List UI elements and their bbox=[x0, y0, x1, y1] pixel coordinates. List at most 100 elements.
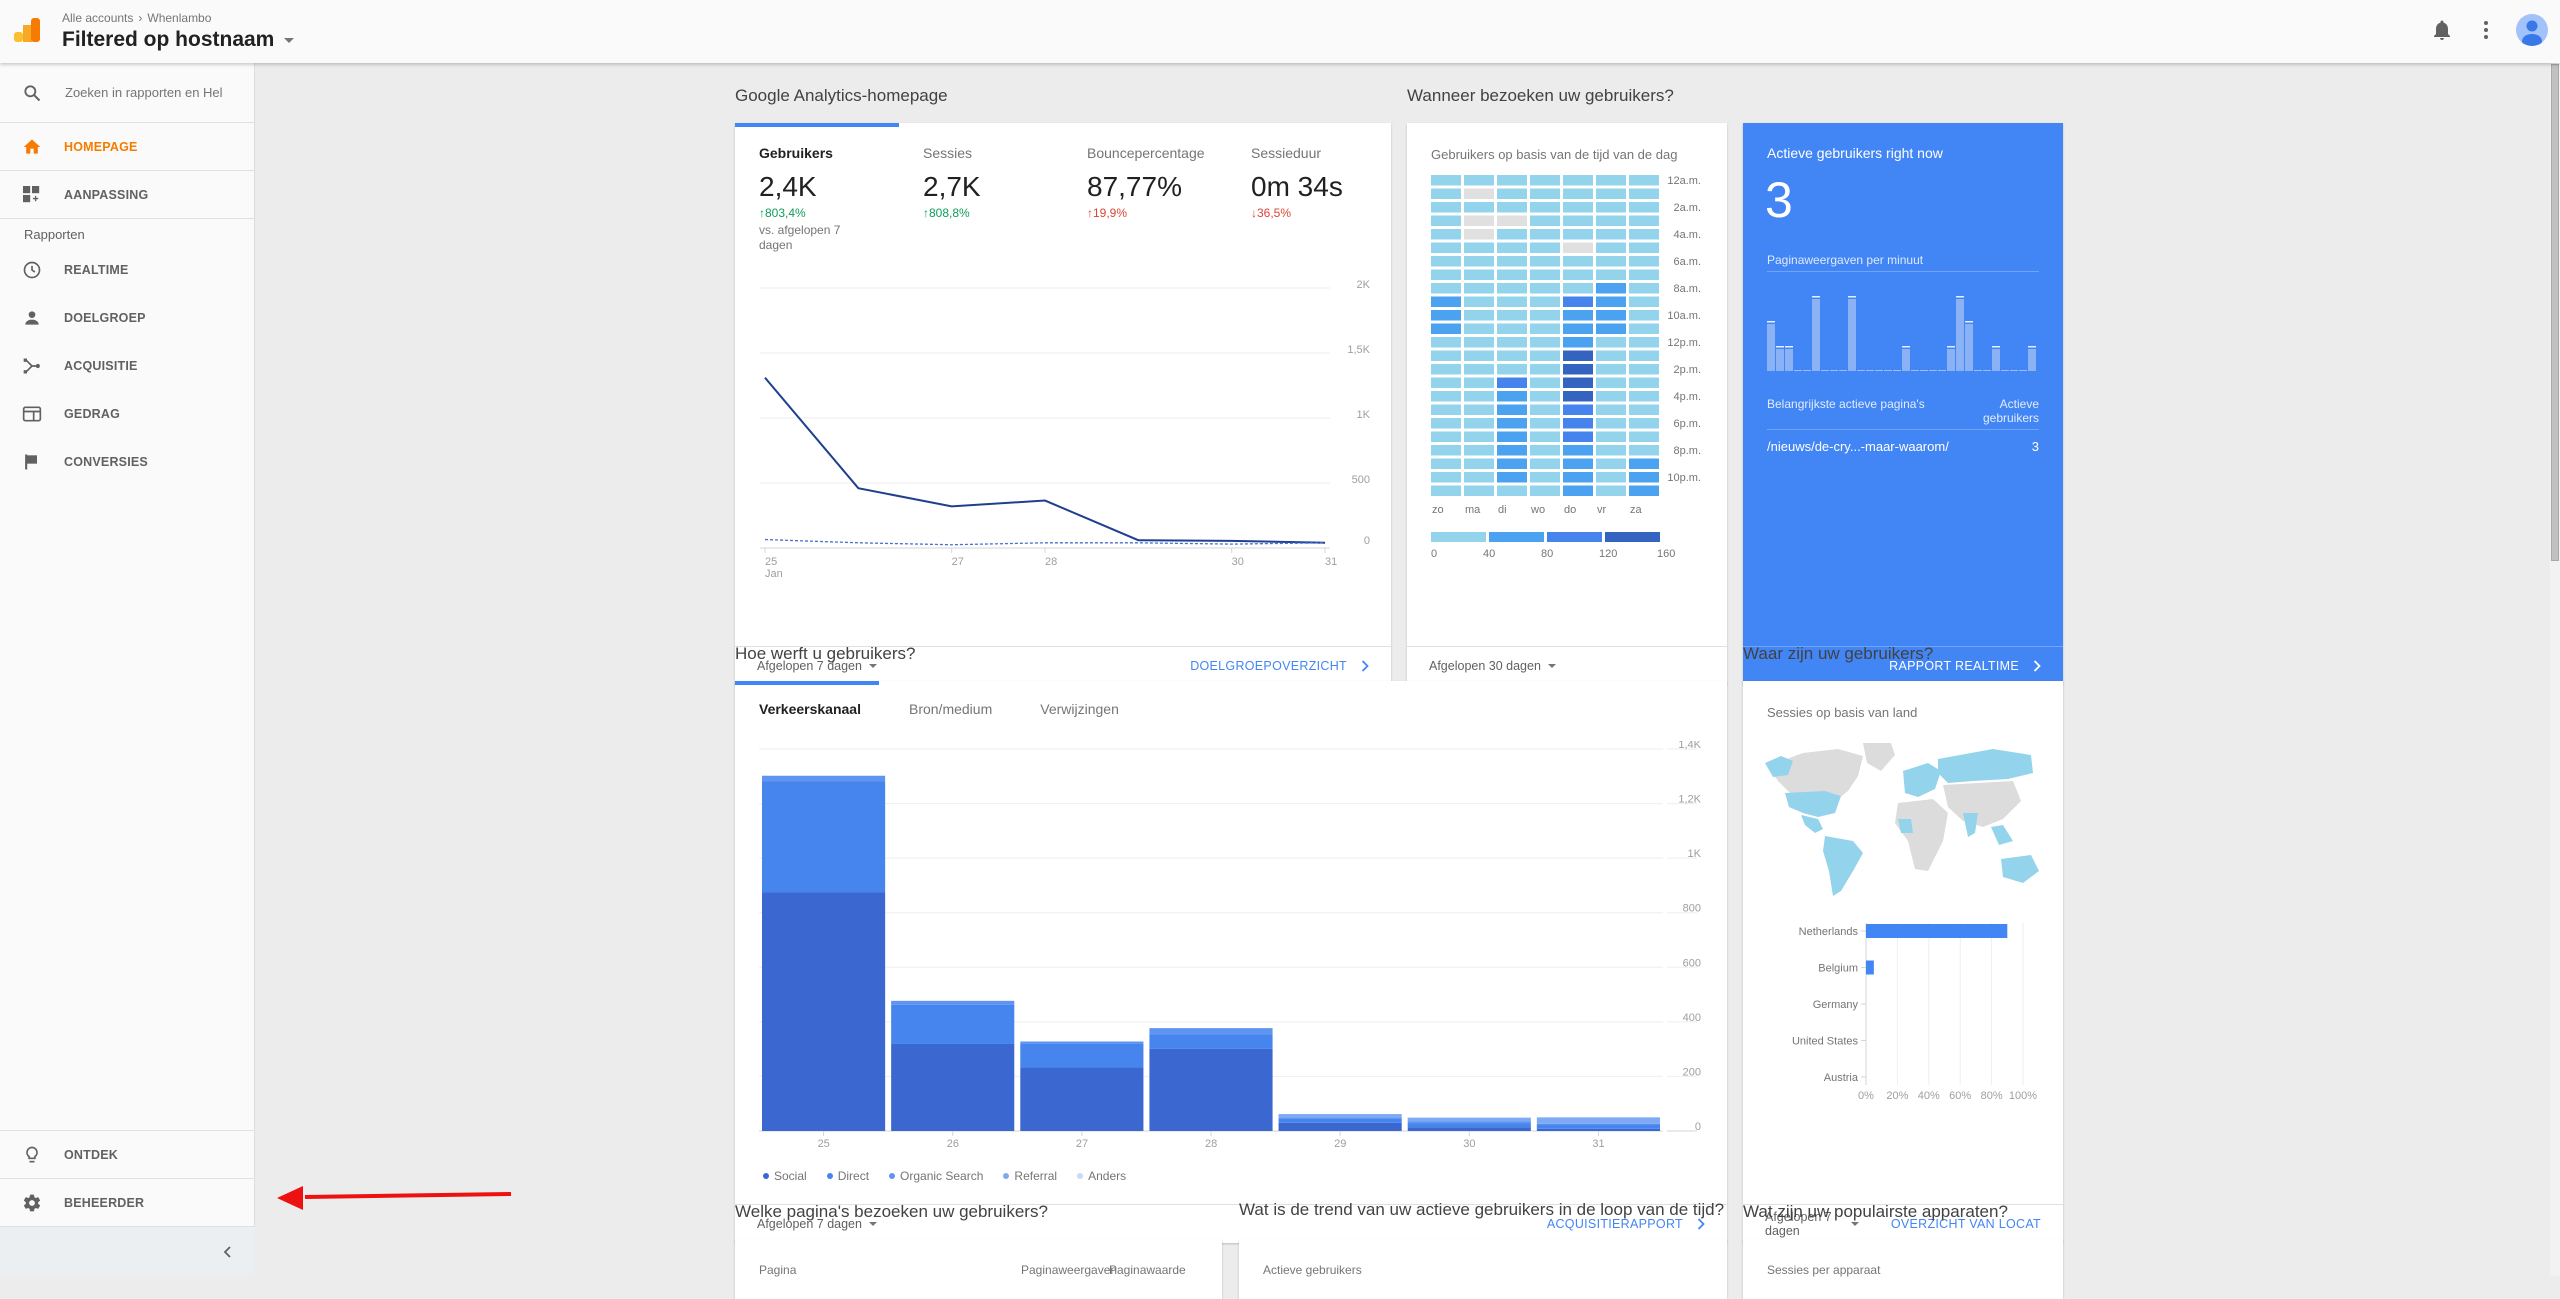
heatmap-cell bbox=[1563, 418, 1593, 429]
heatmap-cell bbox=[1563, 189, 1593, 200]
home-icon bbox=[22, 137, 42, 157]
heatmap-cell bbox=[1431, 270, 1461, 281]
time-of-day-heatmap: 12a.m.2a.m.4a.m.6a.m.8a.m.10a.m.12p.m.2p… bbox=[1407, 123, 1727, 643]
tab-verkeerskanaal[interactable]: Verkeerskanaal bbox=[759, 701, 861, 717]
heatmap-cell bbox=[1629, 378, 1659, 389]
realtime-bar bbox=[1812, 299, 1820, 371]
kpi-bounce-rate[interactable]: Bouncepercentage 87,77% ↑19,9% bbox=[1087, 145, 1205, 220]
analytics-logo-icon[interactable] bbox=[14, 18, 42, 44]
heatmap-col-label: wo bbox=[1530, 504, 1545, 516]
heatmap-cell bbox=[1629, 175, 1659, 186]
heatmap-cell bbox=[1596, 189, 1626, 200]
sidebar-item-doelgroep[interactable]: DOELGROEP bbox=[0, 294, 254, 342]
x-tick-label: 29 bbox=[1334, 1138, 1346, 1150]
sidebar-item-acquisitie[interactable]: ACQUISITIE bbox=[0, 342, 254, 390]
tab-bron-medium[interactable]: Bron/medium bbox=[909, 701, 992, 717]
legend-item[interactable]: Anders bbox=[1077, 1169, 1126, 1183]
legend-dot-icon bbox=[1003, 1173, 1009, 1179]
pages-col-pageviews[interactable]: Paginaweergaven bbox=[1021, 1263, 1117, 1277]
heatmap-cell bbox=[1530, 243, 1560, 254]
chevron-right-icon bbox=[2033, 660, 2041, 672]
heatmap-cell bbox=[1563, 256, 1593, 267]
more-vert-icon[interactable] bbox=[2474, 18, 2498, 42]
acquisition-legend: Social Direct Organic Search Referral Anders bbox=[763, 1169, 1146, 1183]
page-scrollbar[interactable] bbox=[2550, 63, 2560, 1276]
sidebar-item-aanpassing[interactable]: AANPASSING bbox=[0, 171, 254, 219]
heatmap-cell bbox=[1629, 337, 1659, 348]
heatmap-cell bbox=[1497, 351, 1527, 362]
map-region-russia bbox=[1938, 749, 2033, 783]
search-input[interactable] bbox=[65, 85, 245, 100]
kpi-session-duration[interactable]: Sessieduur 0m 34s ↓36,5% bbox=[1251, 145, 1343, 220]
notifications-bell-icon[interactable] bbox=[2430, 18, 2454, 42]
heatmap-cell bbox=[1464, 459, 1494, 470]
heatmap-cell bbox=[1497, 337, 1527, 348]
pages-col-page-value[interactable]: Paginawaarde bbox=[1109, 1263, 1186, 1277]
heatmap-cell bbox=[1431, 472, 1461, 483]
stacked-bar-segment bbox=[1279, 1123, 1402, 1131]
heatmap-scale-swatch bbox=[1605, 532, 1660, 542]
sidebar-item-conversies[interactable]: CONVERSIES bbox=[0, 438, 254, 486]
sidebar-bottom: ONTDEK BEHEERDER bbox=[0, 1130, 255, 1276]
sidebar-item-label: DOELGROEP bbox=[64, 311, 146, 325]
heatmap-cell bbox=[1596, 405, 1626, 416]
sidebar-item-label: REALTIME bbox=[64, 263, 129, 277]
kpi-users[interactable]: Gebruikers 2,4K ↑803,4% vs. afgelopen 7 … bbox=[759, 145, 849, 253]
heatmap-cell bbox=[1530, 445, 1560, 456]
x-tick-sublabel: Jan bbox=[765, 568, 783, 580]
sidebar-item-ontdek[interactable]: ONTDEK bbox=[0, 1130, 255, 1178]
map-region-australia bbox=[2001, 855, 2039, 883]
world-map[interactable] bbox=[1763, 741, 2043, 901]
legend-item[interactable]: Social bbox=[763, 1169, 807, 1183]
heatmap-cell bbox=[1464, 283, 1494, 294]
date-range-select[interactable]: Afgelopen 30 dagen bbox=[1429, 659, 1556, 673]
realtime-bar bbox=[1794, 370, 1802, 371]
heatmap-cell bbox=[1431, 175, 1461, 186]
breadcrumb-accounts[interactable]: Alle accounts bbox=[62, 11, 133, 25]
heatmap-cell bbox=[1629, 256, 1659, 267]
chevron-left-icon[interactable] bbox=[221, 1244, 235, 1260]
tab-verwijzingen[interactable]: Verwijzingen bbox=[1040, 701, 1119, 717]
heatmap-cell bbox=[1530, 229, 1560, 240]
heatmap-cell bbox=[1464, 405, 1494, 416]
heatmap-col-label: di bbox=[1498, 504, 1507, 516]
heatmap-cell bbox=[1497, 391, 1527, 402]
top-page-row[interactable]: /nieuws/de-cry...-maar-waarom/ 3 bbox=[1767, 439, 2039, 454]
country-label: Germany bbox=[1813, 999, 1859, 1011]
heatmap-cell bbox=[1530, 472, 1560, 483]
heatmap-cell bbox=[1596, 283, 1626, 294]
audience-overview-link[interactable]: DOELGROEPOVERZICHT bbox=[1190, 659, 1369, 673]
heatmap-cell bbox=[1464, 432, 1494, 443]
acquisition-report-link[interactable]: ACQUISITIERAPPORT bbox=[1547, 1217, 1705, 1231]
kpi-sessions[interactable]: Sessies 2,7K ↑808,8% bbox=[923, 145, 981, 220]
heatmap-cell bbox=[1629, 364, 1659, 375]
legend-item[interactable]: Direct bbox=[827, 1169, 869, 1183]
legend-item[interactable]: Organic Search bbox=[889, 1169, 983, 1183]
heatmap-cell bbox=[1563, 243, 1593, 254]
legend-item[interactable]: Referral bbox=[1003, 1169, 1057, 1183]
sidebar-item-realtime[interactable]: REALTIME bbox=[0, 246, 254, 294]
stacked-bar-segment bbox=[1537, 1124, 1660, 1128]
lightbulb-icon bbox=[22, 1145, 42, 1165]
realtime-bar bbox=[1848, 299, 1856, 371]
pages-col-page[interactable]: Pagina bbox=[759, 1263, 796, 1277]
heatmap-cell bbox=[1431, 324, 1461, 335]
realtime-bar bbox=[1929, 370, 1937, 371]
legend-dot-icon bbox=[1077, 1173, 1083, 1179]
realtime-bar bbox=[1839, 370, 1847, 371]
sidebar-item-homepage[interactable]: HOMEPAGE bbox=[0, 123, 254, 171]
sidebar-collapse[interactable] bbox=[0, 1226, 255, 1276]
y-tick-label: 200 bbox=[1683, 1066, 1701, 1078]
heatmap-cell bbox=[1596, 364, 1626, 375]
scrollbar-thumb[interactable] bbox=[2551, 64, 2559, 561]
breadcrumb-property[interactable]: Whenlambo bbox=[147, 11, 211, 25]
sidebar-item-gedrag[interactable]: GEDRAG bbox=[0, 390, 254, 438]
realtime-bar bbox=[2010, 370, 2018, 371]
heatmap-cell bbox=[1431, 216, 1461, 227]
sidebar-item-beheerder[interactable]: BEHEERDER bbox=[0, 1178, 255, 1226]
view-selector[interactable]: Filtered op hostnaam bbox=[62, 28, 294, 52]
heatmap-cell bbox=[1464, 175, 1494, 186]
account-avatar-icon[interactable] bbox=[2516, 14, 2548, 46]
heatmap-cell bbox=[1629, 189, 1659, 200]
heatmap-scale-label: 120 bbox=[1599, 548, 1617, 560]
